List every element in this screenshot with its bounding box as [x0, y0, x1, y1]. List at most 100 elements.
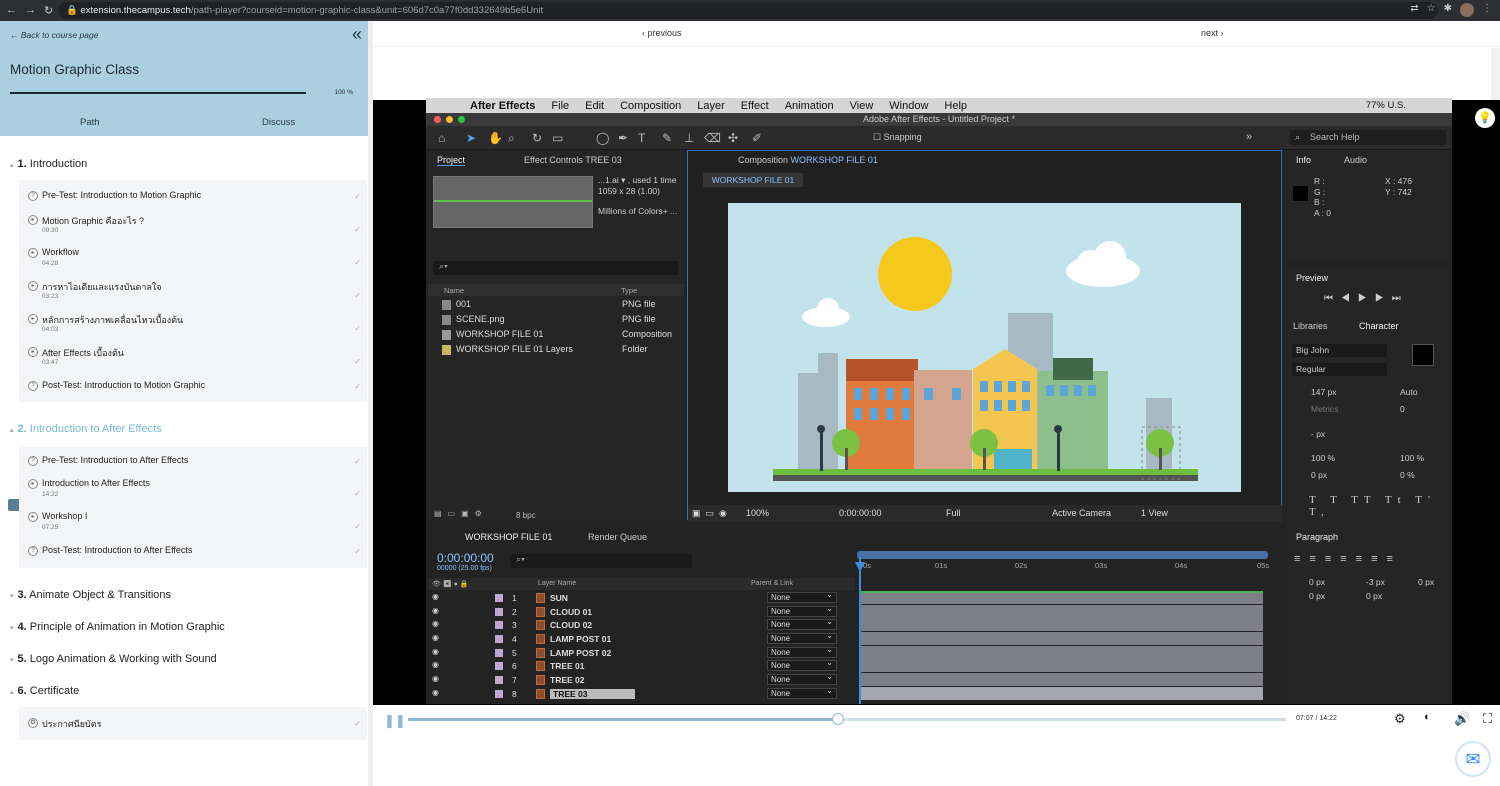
menu-help: Help — [944, 99, 968, 112]
table-row: ◉ 7 TREE 02 None — [428, 672, 855, 687]
item-name: WORKSHOP FILE 01 Layers — [456, 344, 573, 354]
list-item[interactable]: ? Post-Test: Introduction to Motion Graph… — [19, 375, 367, 402]
parent-select: None — [767, 658, 837, 671]
fill-color-swatch — [1412, 344, 1434, 366]
item-type: PNG file — [622, 314, 656, 324]
extensions-icon[interactable]: ✱ — [1444, 3, 1452, 17]
avatar[interactable] — [1460, 3, 1474, 17]
indent-left: 0 px — [1309, 577, 1326, 587]
file-icon — [442, 300, 451, 310]
lightbulb-icon[interactable]: 💡 — [1475, 108, 1495, 128]
back-arrow-icon[interactable]: ← — [6, 4, 17, 17]
expand-icon: » — [1246, 131, 1253, 143]
list-item[interactable]: ✪ ประกาศนียบัตร ✓ — [19, 707, 367, 740]
reload-icon[interactable]: ↻ — [44, 4, 53, 17]
previous-link[interactable]: ‹ previous — [642, 28, 682, 38]
check-icon: ✓ — [354, 192, 361, 201]
indent-first: -3 px — [1366, 577, 1385, 587]
tab-discuss[interactable]: Discuss — [262, 117, 295, 128]
pause-icon[interactable]: ❚❚ — [384, 713, 406, 729]
list-item[interactable]: ▸ หลักการสร้างภาพเคลื่อนไหวเบื้องต้น 04:03… — [19, 309, 367, 342]
check-icon: ✓ — [354, 258, 361, 267]
messenger-chat-icon[interactable]: ✉ — [1455, 741, 1491, 777]
item-type: Folder — [622, 344, 648, 354]
list-item[interactable]: ? Pre-Test: Introduction to Motion Graphi… — [19, 180, 367, 210]
translate-icon[interactable]: ⇄ — [1410, 3, 1418, 17]
comp-footer-icons: ▣▭◉ — [692, 508, 732, 518]
project-item: WORKSHOP FILE 01 Composition — [428, 327, 684, 342]
text-style-buttons-icons: T T TT Tt T' T, — [1309, 494, 1436, 518]
parent-select: None — [767, 672, 837, 685]
section-introduction[interactable]: ▴ 1. Introduction — [10, 158, 87, 170]
camera-tool-icon: ▭ — [552, 131, 564, 145]
list-item[interactable]: ▸ Motion Graphic คืออะไร ? 09:30 ✓ — [19, 210, 367, 243]
section-certificate[interactable]: ▴ 6. Certificate — [10, 685, 79, 697]
project-item: WORKSHOP FILE 01 Layers Folder — [428, 342, 684, 357]
alignment-icons: ≡≡≡≡≡≡≡ — [1294, 553, 1402, 565]
info-rgb: R : G : B : A : 0 — [1314, 176, 1332, 218]
course-progress-text: 100 % — [334, 89, 353, 96]
list-item[interactable]: ? Post-Test: Introduction to After Effect… — [19, 540, 367, 568]
label-color — [495, 608, 503, 616]
search-icon: ⌕ — [1295, 132, 1301, 142]
section-introduction-to-after-effects[interactable]: ▴ 2. Introduction to After Effects — [10, 423, 162, 435]
next-link[interactable]: next › — [1201, 28, 1224, 38]
list-item[interactable]: ▸ Workshop I 07:25 ✓ — [19, 507, 367, 540]
eye-icon: ◉ — [432, 633, 439, 642]
parent-select: None — [767, 645, 837, 658]
lesson-list: ? Pre-Test: Introduction to After Effects… — [19, 447, 367, 568]
forward-arrow-icon[interactable]: → — [25, 4, 36, 17]
snapping-toggle: ☐ Snapping — [873, 132, 922, 142]
layer-number: 5 — [512, 648, 517, 658]
info-y: Y : 742 — [1385, 187, 1412, 197]
menu-composition: Composition — [620, 99, 682, 112]
section-title: Animate Object & Transitions — [29, 589, 171, 601]
lesson-duration: 09:30 — [42, 227, 59, 234]
volume-icon[interactable]: 🔊 — [1454, 711, 1470, 727]
zoom-level: 100% — [746, 508, 770, 518]
back-to-course-link[interactable]: ← Back to course page — [10, 30, 98, 40]
check-icon: ✓ — [354, 357, 361, 366]
list-item[interactable]: ▸ After Effects เบื้องต้น 03:47 ✓ — [19, 342, 367, 375]
tab-info: Info — [1296, 155, 1312, 165]
layer-number: 1 — [512, 593, 517, 603]
scrollbar[interactable] — [1491, 48, 1500, 100]
layer-icon — [536, 607, 545, 617]
list-item[interactable]: ▸ การหาไอเดียและแรงบันดาลใจ 03:23 ✓ — [19, 276, 367, 309]
file-icon — [442, 315, 451, 325]
layer-icon — [536, 620, 545, 630]
info-panel: Info Audio R : G : B : A : 0 X : 476 Y :… — [1287, 150, 1450, 260]
baseline-shift: 0 px — [1311, 470, 1328, 480]
layer-number: 3 — [512, 620, 517, 630]
layer-name: CLOUD 01 — [550, 607, 593, 617]
list-item[interactable]: ▸ Introduction to After Effects 14:22 ✓ — [19, 474, 367, 507]
autoplay-toggle-icon[interactable]: ◐ — [1424, 711, 1431, 723]
section-number: 6. — [17, 685, 27, 697]
section-logo-animation[interactable]: ▾ 5. Logo Animation & Working with Sound — [10, 653, 217, 665]
tab-path[interactable]: Path — [80, 117, 100, 128]
list-item[interactable]: ? Pre-Test: Introduction to After Effects… — [19, 447, 367, 474]
fullscreen-icon[interactable]: ⛶ — [1483, 711, 1492, 727]
list-item[interactable]: ▸ Workflow 04:28 ✓ — [19, 243, 367, 276]
layer-bar — [861, 659, 1263, 672]
lesson-title: Post-Test: Introduction to Motion Graphi… — [42, 380, 206, 390]
star-icon[interactable]: ☆ — [1427, 3, 1436, 17]
address-bar[interactable]: 🔒 extension.thecampus.tech/path-player?c… — [58, 2, 1438, 19]
project-item: SCENE.png PNG file — [428, 312, 684, 327]
lesson-title: Motion Graphic คืออะไร ? — [42, 216, 145, 226]
pen-tool-icon: ✒ — [618, 131, 629, 145]
section-principle-of-animation[interactable]: ▾ 4. Principle of Animation in Motion Gra… — [10, 621, 225, 633]
collapse-sidebar-icon[interactable]: « — [352, 24, 362, 45]
composition-canvas — [728, 203, 1241, 492]
section-number: 5. — [17, 653, 27, 665]
tab-project: Project — [437, 155, 466, 166]
parent-select: None — [767, 590, 837, 603]
snapping-label: Snapping — [883, 132, 922, 142]
section-animate-object[interactable]: ▾ 3. Animate Object & Transitions — [10, 589, 171, 601]
check-icon: ✓ — [354, 324, 361, 333]
stamp-tool-icon: ⊥ — [684, 131, 695, 145]
question-icon: ? — [28, 456, 38, 466]
play-icon: ▸ — [28, 314, 38, 324]
settings-gear-icon[interactable]: ⚙ — [1394, 711, 1406, 727]
menu-icon[interactable]: ⋮ — [1482, 3, 1492, 17]
